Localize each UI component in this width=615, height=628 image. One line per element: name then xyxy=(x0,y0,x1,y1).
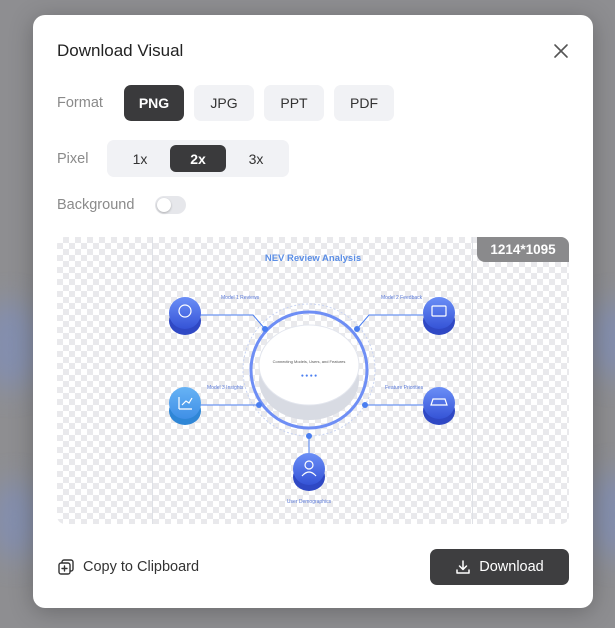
infographic-title: NEV Review Analysis xyxy=(265,253,361,264)
format-option-png[interactable]: PNG xyxy=(124,85,184,121)
copy-label: Copy to Clipboard xyxy=(83,559,200,575)
pixel-segmented-control: 1x 2x 3x xyxy=(107,140,289,177)
node-feature xyxy=(423,387,455,419)
dialog-title: Download Visual xyxy=(57,41,184,60)
download-dialog: Download Visual Format PNG JPG PPT PDF P… xyxy=(33,15,593,608)
backdrop-blob xyxy=(590,300,615,380)
pixel-option-3x[interactable]: 3x xyxy=(228,145,284,172)
center-text: Connecting Models, Users, and Features xyxy=(273,359,346,364)
format-option-ppt[interactable]: PPT xyxy=(264,85,324,121)
format-option-jpg[interactable]: JPG xyxy=(194,85,254,121)
label-feature: Feature Priorities xyxy=(385,385,424,391)
close-icon xyxy=(554,44,568,58)
size-badge: 1214*1095 xyxy=(477,237,569,262)
center-dots: ● ● ● ● xyxy=(301,373,317,379)
format-option-pdf[interactable]: PDF xyxy=(334,85,394,121)
connector-dot xyxy=(362,402,368,408)
node-model1 xyxy=(169,297,201,329)
node-model2 xyxy=(423,297,455,329)
copy-to-clipboard-button[interactable]: Copy to Clipboard xyxy=(57,556,199,578)
format-label: Format xyxy=(57,95,103,111)
connector-dot xyxy=(306,433,312,439)
copy-icon xyxy=(58,559,74,575)
label-model1: Model 1 Reviews xyxy=(221,295,260,301)
toggle-knob xyxy=(157,198,171,212)
download-button[interactable]: Download xyxy=(430,549,569,585)
connector-model1 xyxy=(199,314,266,330)
infographic-preview: NEV Review Analysis Connecting Models, U… xyxy=(152,237,473,524)
connector-dot xyxy=(262,326,268,332)
center-disc-top xyxy=(258,324,360,406)
node-model3 xyxy=(169,387,201,419)
infographic-svg: NEV Review Analysis Connecting Models, U… xyxy=(169,253,455,505)
connector-dot xyxy=(354,326,360,332)
download-icon xyxy=(456,560,470,574)
download-label: Download xyxy=(479,559,544,575)
pixel-option-2x[interactable]: 2x xyxy=(170,145,226,172)
label-user: User Demographics xyxy=(287,499,332,505)
pixel-option-1x[interactable]: 1x xyxy=(112,145,168,172)
backdrop-blob xyxy=(590,470,615,560)
label-model2: Model 2 Feedback xyxy=(381,295,423,301)
connector-dot xyxy=(256,402,262,408)
preview-area: NEV Review Analysis Connecting Models, U… xyxy=(57,237,569,524)
background-label: Background xyxy=(57,197,135,213)
pixel-label: Pixel xyxy=(57,151,89,167)
label-model3: Model 3 Insights xyxy=(207,385,244,391)
close-button[interactable] xyxy=(549,39,573,63)
connector-model2 xyxy=(356,314,423,330)
background-toggle[interactable] xyxy=(155,196,186,214)
